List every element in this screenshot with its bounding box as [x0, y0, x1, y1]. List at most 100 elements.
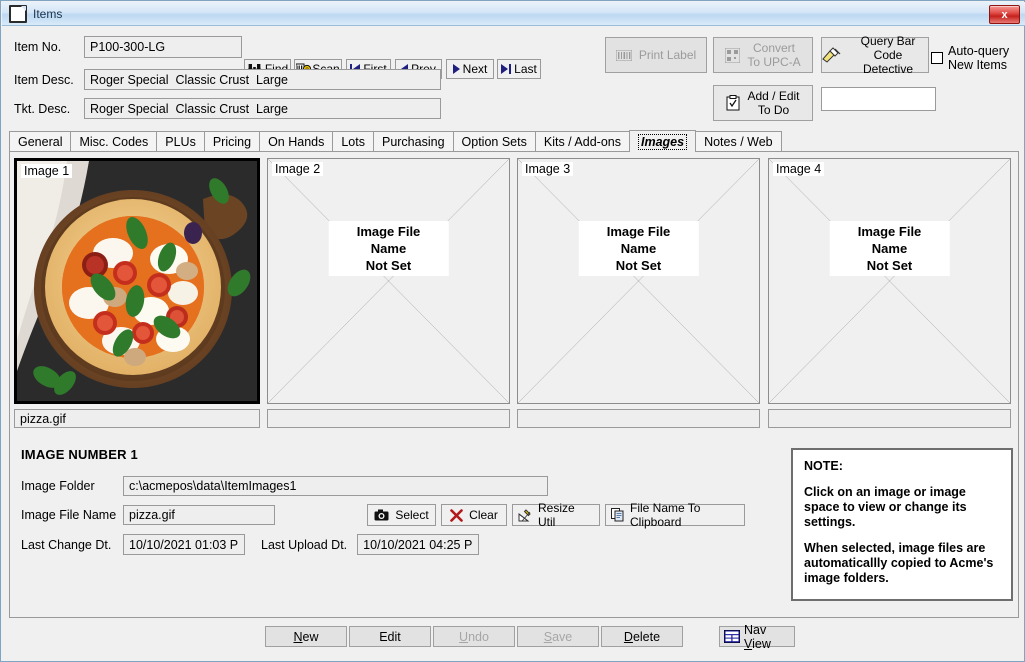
delete-mnemonic: D: [623, 629, 633, 644]
empty-slot-cross-icon: [268, 159, 509, 403]
item-no-input[interactable]: [84, 36, 242, 58]
empty-slot-cross-icon: [769, 159, 1010, 403]
clipboard-check-icon: [726, 95, 740, 111]
image-slot-2[interactable]: Image File Name Not Set Image 2: [267, 158, 510, 404]
nav-view-button[interactable]: Nav View: [719, 623, 795, 651]
clear-label: Clear: [469, 508, 498, 522]
tab-misc-codes[interactable]: Misc. Codes: [70, 131, 158, 152]
new-button[interactable]: New: [265, 626, 347, 647]
last-label: Last: [514, 62, 537, 76]
clear-image-button[interactable]: Clear: [441, 504, 507, 526]
auto-query-new-items-row[interactable]: Auto-query New Items: [931, 44, 1009, 72]
image-filename-display-1[interactable]: pizza.gif: [14, 409, 260, 428]
file-name-to-clipboard-button[interactable]: File Name To Clipboard: [605, 501, 745, 529]
last-upload-label: Last Upload Dt.: [261, 537, 348, 552]
delete-button[interactable]: Delete: [601, 626, 683, 647]
tab-plus[interactable]: PLUs: [156, 131, 205, 152]
image-slot-label: Image 3: [522, 162, 574, 176]
tab-label: Lots: [341, 135, 365, 149]
convert-upca-text: Convert To UPC-A: [747, 41, 801, 69]
item-no-label: Item No.: [14, 40, 62, 54]
tab-lots[interactable]: Lots: [332, 131, 374, 152]
detective-icon: [822, 47, 841, 63]
tab-general[interactable]: General: [9, 131, 72, 152]
image-filename-display-3[interactable]: [517, 409, 760, 428]
undo-mnemonic: U: [459, 629, 469, 644]
image-not-set-text: Image File Name Not Set: [578, 221, 699, 276]
tab-purchasing[interactable]: Purchasing: [372, 131, 454, 152]
barcode-icon: [615, 49, 633, 61]
image-slot-3[interactable]: Image File Name Not Set Image 3: [517, 158, 760, 404]
file-name-to-clipboard-label: File Name To Clipboard: [630, 501, 701, 529]
image-filename-display-2[interactable]: [267, 409, 510, 428]
edit-button[interactable]: Edit: [349, 626, 431, 647]
last-upload-input[interactable]: [357, 534, 480, 555]
note-line-2: When selected, image files are automatic…: [804, 541, 994, 585]
add-edit-todo-text: Add / Edit To Do: [747, 89, 800, 117]
note-line-1: Click on an image or image space to view…: [804, 485, 967, 529]
tab-on-hands[interactable]: On Hands: [259, 131, 334, 152]
undo-button[interactable]: Undo: [433, 626, 515, 647]
add-edit-todo-button[interactable]: Add / Edit To Do: [713, 85, 813, 121]
delete-label-rest: elete: [632, 629, 661, 644]
close-icon[interactable]: x: [989, 5, 1020, 24]
last-change-input[interactable]: [123, 534, 245, 555]
select-label: Select: [395, 508, 429, 522]
item-desc-label: Item Desc.: [14, 72, 74, 87]
todo-input[interactable]: [821, 87, 936, 111]
resize-util-button[interactable]: Resize Util: [512, 501, 600, 529]
save-label-rest: ave: [552, 629, 573, 644]
next-button[interactable]: Next: [446, 59, 494, 79]
ruler-pencil-icon: [518, 508, 533, 522]
tab-strip: General Misc. Codes PLUs Pricing On Hands Lot…: [9, 130, 1019, 152]
query-barcode-detective-text: Query Bar Code Detective: [860, 34, 916, 76]
select-image-button[interactable]: Select: [367, 504, 436, 526]
image-cell-2[interactable]: Image File Name Not Set Image 2: [267, 158, 510, 430]
tkt-desc-label: Tkt. Desc.: [14, 101, 71, 116]
image-cell-4[interactable]: Image File Name Not Set Image 4: [768, 158, 1011, 430]
image-filename-display-4[interactable]: [768, 409, 1011, 428]
query-barcode-detective-button[interactable]: Query Bar Code Detective: [821, 34, 929, 76]
tab-label: PLUs: [165, 135, 196, 149]
image-file-name-input[interactable]: [123, 505, 275, 525]
note-heading: NOTE:: [804, 459, 843, 473]
window-title: Items: [33, 6, 63, 21]
print-label-button[interactable]: Print Label: [605, 37, 707, 73]
image-slot-1[interactable]: Image 1: [14, 158, 260, 404]
auto-query-checkbox[interactable]: [931, 52, 943, 64]
tab-label: Purchasing: [381, 135, 445, 149]
tkt-desc-input[interactable]: [84, 98, 441, 119]
image-number-heading: IMAGE NUMBER 1: [21, 447, 138, 462]
tab-images[interactable]: Images: [628, 130, 697, 152]
image-slot-label: Image 4: [773, 162, 825, 176]
grid-icon: [723, 629, 741, 644]
navview-mnemonic: V: [744, 636, 753, 651]
image-cell-3[interactable]: Image File Name Not Set Image 3: [517, 158, 760, 430]
camera-icon: [374, 509, 389, 521]
image-cell-1[interactable]: Image 1 pizza.gif: [14, 158, 260, 430]
auto-query-label: Auto-query New Items: [948, 44, 1010, 72]
item-desc-input[interactable]: [84, 69, 441, 90]
tab-notes-web[interactable]: Notes / Web: [695, 131, 782, 152]
save-button[interactable]: Save: [517, 626, 599, 647]
tab-kits-add-ons[interactable]: Kits / Add-ons: [534, 131, 630, 152]
tab-label: Notes / Web: [704, 135, 773, 149]
last-record-icon: [501, 64, 512, 74]
convert-upca-button[interactable]: Convert To UPC-A: [713, 37, 813, 73]
resize-util-label: Resize Util: [538, 501, 575, 529]
image-folder-label: Image Folder: [21, 479, 95, 493]
tab-label: General: [18, 135, 63, 149]
image-not-set-text: Image File Name Not Set: [328, 221, 449, 276]
last-button[interactable]: Last: [497, 59, 541, 79]
close-x-icon: [450, 508, 463, 522]
tab-pricing[interactable]: Pricing: [203, 131, 261, 152]
image-slot-4[interactable]: Image File Name Not Set Image 4: [768, 158, 1011, 404]
image-folder-input[interactable]: [123, 476, 548, 496]
save-mnemonic: S: [543, 629, 553, 644]
title-bar: Items x: [2, 2, 1025, 26]
tab-label: Option Sets: [461, 135, 527, 149]
print-label-text: Print Label: [638, 48, 697, 62]
empty-slot-cross-icon: [518, 159, 759, 403]
tab-label: On Hands: [268, 135, 325, 149]
tab-option-sets[interactable]: Option Sets: [452, 131, 536, 152]
